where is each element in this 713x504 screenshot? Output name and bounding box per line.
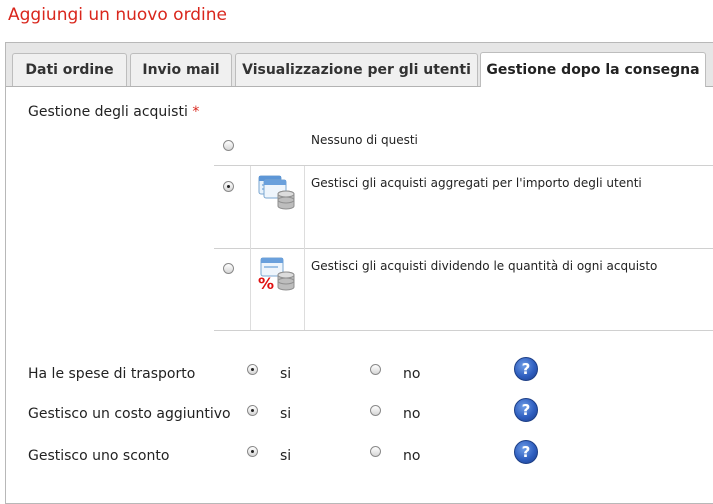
radio-label-si: si	[280, 366, 292, 382]
radio-label-no: no	[403, 448, 421, 464]
tab-dati-ordine[interactable]: Dati ordine	[12, 53, 127, 86]
radio-nessuno[interactable]	[223, 140, 234, 151]
tab-bar: Dati ordine Invio mail Visualizzazione p…	[6, 43, 713, 87]
radio-label-si: si	[280, 448, 292, 464]
required-marker: *	[192, 104, 200, 120]
help-icon[interactable]: ?	[514, 440, 538, 464]
option-divider	[214, 165, 713, 166]
option-divider	[214, 248, 713, 249]
radio-label-no: no	[403, 366, 421, 382]
radio-trasporto-no[interactable]	[370, 364, 381, 375]
tab-visualizzazione[interactable]: Visualizzazione per gli utenti	[235, 53, 478, 86]
radio-sconto-no[interactable]	[370, 446, 381, 457]
radio-trasporto-si[interactable]	[247, 364, 258, 375]
option-nessuno-label: Nessuno di questi	[311, 133, 418, 147]
purchase-management-label-text: Gestione degli acquisti	[28, 104, 188, 120]
help-icon[interactable]: ?	[514, 357, 538, 381]
radio-label-no: no	[403, 406, 421, 422]
setting-label-costo: Gestisco un costo aggiuntivo	[28, 406, 231, 422]
setting-label-trasporto: Ha le spese di trasporto	[28, 366, 196, 382]
radio-costo-no[interactable]	[370, 405, 381, 416]
option-column-divider	[304, 166, 305, 330]
help-icon[interactable]: ?	[514, 398, 538, 422]
page-title: Aggiungi un nuovo ordine	[8, 5, 228, 25]
setting-label-sconto: Gestisco uno sconto	[28, 448, 170, 464]
purchase-management-label: Gestione degli acquisti *	[28, 104, 199, 120]
radio-costo-si[interactable]	[247, 405, 258, 416]
radio-label-si: si	[280, 406, 292, 422]
radio-dividendo[interactable]	[223, 263, 234, 274]
option-dividendo-label: Gestisci gli acquisti dividendo le quant…	[311, 259, 658, 273]
option-divider	[214, 330, 713, 331]
tab-gestione-consegna[interactable]: Gestione dopo la consegna	[480, 52, 706, 87]
radio-sconto-si[interactable]	[247, 446, 258, 457]
option-column-divider	[250, 166, 251, 330]
percent-glyph: %	[258, 274, 275, 293]
radio-aggregati[interactable]	[223, 181, 234, 192]
option-aggregati-label: Gestisci gli acquisti aggregati per l'im…	[311, 176, 642, 190]
percent-database-icon: %	[256, 255, 298, 295]
tab-invio-mail[interactable]: Invio mail	[130, 53, 232, 86]
aggregate-database-icon	[256, 172, 298, 212]
